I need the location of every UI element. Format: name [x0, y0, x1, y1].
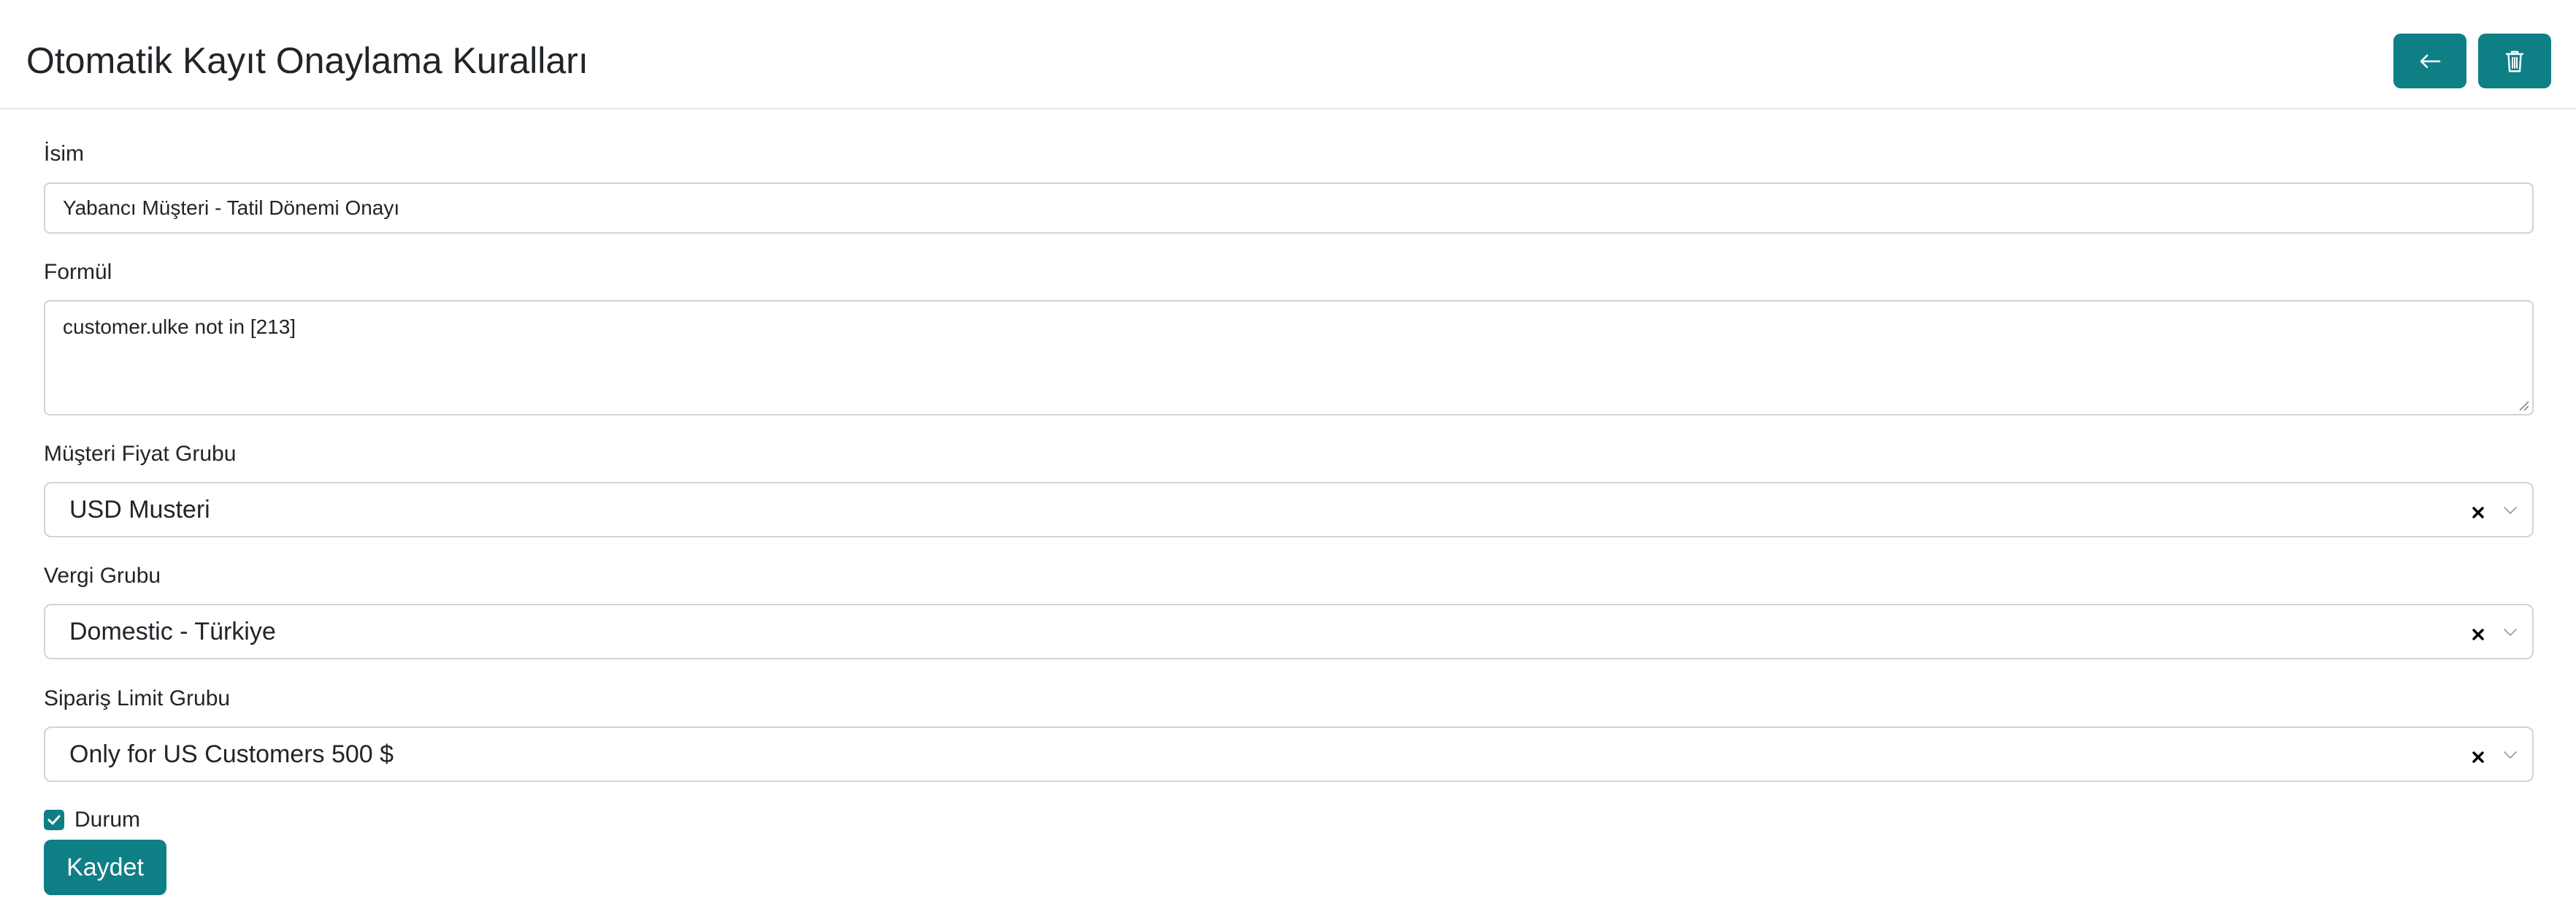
trash-icon — [2505, 50, 2524, 73]
name-input[interactable] — [44, 183, 2534, 234]
chevron-down-icon[interactable] — [2503, 751, 2518, 759]
chevron-down-icon[interactable] — [2503, 506, 2518, 515]
arrow-left-icon — [2419, 53, 2441, 69]
tax-group-value: Domestic - Türkiye — [69, 618, 276, 645]
formula-text: customer.ulke not in [213] — [63, 315, 296, 338]
price-group-select[interactable]: USD Musteri — [44, 482, 2534, 537]
formula-textarea[interactable]: customer.ulke not in [213] — [44, 300, 2534, 415]
tax-group-label: Vergi Grubu — [44, 564, 161, 588]
resize-handle-icon[interactable] — [2516, 398, 2529, 411]
page-title: Otomatik Kayıt Onaylama Kuralları — [26, 40, 589, 81]
chevron-down-icon[interactable] — [2503, 628, 2518, 637]
clear-icon[interactable] — [2472, 751, 2484, 763]
tax-group-select[interactable]: Domestic - Türkiye — [44, 604, 2534, 659]
check-icon — [47, 815, 61, 825]
price-group-label: Müşteri Fiyat Grubu — [44, 442, 237, 466]
clear-icon[interactable] — [2472, 507, 2484, 518]
order-limit-group-select[interactable]: Only for US Customers 500 $ — [44, 727, 2534, 782]
status-label: Durum — [74, 808, 141, 832]
page-header: Otomatik Kayıt Onaylama Kuralları — [0, 0, 2576, 110]
back-button[interactable] — [2393, 34, 2466, 88]
status-checkbox[interactable] — [44, 810, 64, 830]
name-label: İsim — [44, 142, 84, 166]
clear-icon[interactable] — [2472, 629, 2484, 640]
save-button[interactable]: Kaydet — [44, 840, 166, 895]
formula-label: Formül — [44, 260, 112, 284]
order-limit-group-value: Only for US Customers 500 $ — [69, 740, 394, 768]
delete-button[interactable] — [2478, 34, 2551, 88]
price-group-value: USD Musteri — [69, 496, 210, 524]
order-limit-group-label: Sipariş Limit Grubu — [44, 686, 231, 710]
